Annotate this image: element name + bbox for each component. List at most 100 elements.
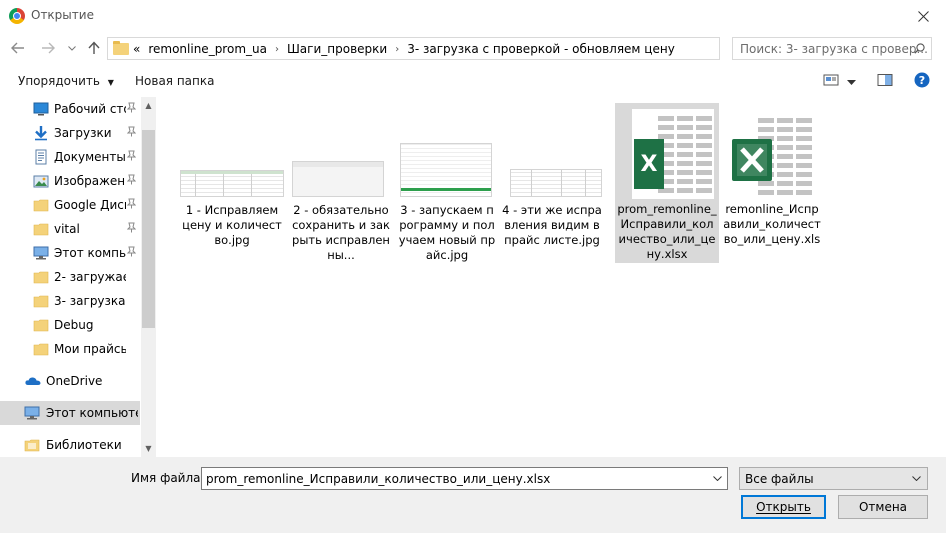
cancel-button[interactable]: Отмена [838, 495, 928, 519]
pin-icon [126, 102, 137, 116]
sidebar-item-label: Изображени [54, 174, 126, 188]
navigation-pane: Рабочий сто Загрузки Документы Изображени Go… [0, 97, 156, 457]
file-name: 2 - обязательно сохранить и закрыть испр… [292, 203, 390, 262]
organize-button[interactable]: Упорядочить ▼ [18, 74, 114, 88]
arrow-up-icon [88, 41, 100, 54]
close-button[interactable] [900, 0, 946, 32]
sidebar-item-label: Debug [54, 318, 94, 332]
sidebar-item-label: Мои прайсы [54, 342, 126, 356]
sidebar-item-label: OneDrive [46, 374, 103, 388]
file-item[interactable]: 1 - Исправляем цену и количество.jpg [180, 137, 284, 267]
view-options-button[interactable] [847, 75, 856, 89]
breadcrumb-overflow[interactable]: « [133, 42, 140, 56]
search-input[interactable]: Поиск: 3- загрузка с провер... [740, 42, 928, 56]
help-button[interactable]: ? [914, 72, 930, 91]
file-item[interactable]: 4 - эти же исправления видим в прайс лис… [500, 137, 604, 267]
filename-dropdown-button[interactable] [710, 471, 724, 486]
sidebar-item-label: Загрузки [54, 126, 112, 140]
chevron-down-icon [911, 476, 921, 481]
back-button[interactable] [8, 38, 28, 58]
breadcrumb-separator-icon[interactable]: › [275, 44, 279, 55]
chevron-down-icon: ▼ [107, 78, 114, 87]
organize-label: Упорядочить [18, 74, 100, 88]
preview-pane-button[interactable] [877, 73, 893, 90]
scroll-down-button[interactable]: ▼ [141, 440, 156, 457]
forward-button[interactable] [38, 38, 58, 58]
filename-label: Имя файла: [131, 471, 205, 485]
sidebar-item-label: Google Диск [54, 198, 126, 212]
desktop-icon [33, 101, 49, 117]
new-folder-button[interactable]: Новая папка [135, 74, 214, 88]
sidebar-item[interactable]: Этот компьютер [0, 401, 140, 425]
breadcrumb: « remonline_prom_ua › Шаги_проверки › 3-… [133, 42, 675, 56]
recent-locations-button[interactable] [66, 38, 78, 58]
pin-icon [126, 222, 137, 236]
filename-input[interactable]: prom_remonline_Исправили_количество_или_… [206, 472, 550, 486]
breadcrumb-item[interactable]: remonline_prom_ua [148, 42, 267, 56]
sidebar-item-label: Рабочий сто [54, 102, 126, 116]
libraries-icon [24, 437, 40, 453]
change-view-button[interactable] [823, 73, 839, 90]
sidebar-item-label: 3- загрузка с пр [54, 294, 126, 308]
breadcrumb-item[interactable]: Шаги_проверки [287, 42, 387, 56]
preview-pane-icon [877, 74, 893, 86]
help-icon: ? [914, 72, 930, 88]
file-item-selected[interactable]: X prom_remonline_Исправили_количество_ил… [615, 103, 719, 263]
file-name: 1 - Исправляем цену и количество.jpg [182, 203, 282, 247]
sidebar-item[interactable]: Debug [0, 313, 140, 337]
folder-icon [33, 317, 49, 333]
search-icon [914, 43, 925, 54]
sidebar-item[interactable]: OneDrive [0, 369, 140, 393]
file-name: remonline_Исправили_количество_или_цену.… [723, 202, 821, 246]
filename-combobox[interactable]: prom_remonline_Исправили_количество_или_… [201, 467, 728, 490]
file-name: 3 - запускаем программу и получаем новый… [398, 203, 496, 262]
image-thumbnail [510, 169, 602, 197]
sidebar-item[interactable]: Изображени [0, 169, 140, 193]
sidebar-item-label: Библиотеки [46, 438, 122, 452]
sidebar-item-label: Документы [54, 150, 126, 164]
sidebar-item[interactable]: Рабочий сто [0, 97, 140, 121]
file-name: prom_remonline_Исправили_количество_или_… [617, 202, 717, 261]
open-button[interactable]: Открыть [741, 495, 826, 519]
folder-icon [33, 293, 49, 309]
view-large-icons-icon [823, 74, 839, 86]
sidebar-item[interactable]: vital [0, 217, 140, 241]
sidebar-item[interactable]: Мои прайсы [0, 337, 140, 361]
excel-x-icon: X [634, 139, 664, 189]
filetype-select[interactable]: Все файлы [739, 467, 928, 490]
sidebar-item[interactable]: Этот компью [0, 241, 140, 265]
computer-icon [24, 405, 40, 421]
content-area: Рабочий сто Загрузки Документы Изображени Go… [0, 97, 946, 457]
file-item[interactable]: 3 - запускаем программу и получаем новый… [395, 137, 499, 267]
folder-icon [33, 197, 49, 213]
scroll-up-button[interactable]: ▲ [141, 97, 156, 114]
up-button[interactable] [85, 38, 103, 58]
pictures-icon [33, 173, 49, 189]
scrollbar-thumb[interactable] [142, 130, 155, 328]
download-icon [33, 125, 49, 141]
sidebar-item[interactable]: 2- загружаем пр [0, 265, 140, 289]
folder-icon [33, 221, 49, 237]
search-box[interactable]: Поиск: 3- загрузка с провер... [732, 37, 932, 60]
filetype-dropdown-button[interactable] [909, 471, 923, 486]
file-name: 4 - эти же исправления видим в прайс лис… [502, 203, 602, 247]
file-item[interactable]: remonline_Исправили_количество_или_цену.… [720, 103, 824, 253]
chrome-icon [9, 8, 25, 24]
sidebar-item[interactable]: Загрузки [0, 121, 140, 145]
sidebar-item[interactable]: 3- загрузка с пр [0, 289, 140, 313]
breadcrumb-separator-icon[interactable]: › [395, 44, 399, 55]
sidebar-item[interactable]: Документы [0, 145, 140, 169]
sidebar-scrollbar[interactable]: ▲ ▼ [141, 97, 156, 457]
pin-icon [126, 126, 137, 140]
folder-icon [33, 341, 49, 357]
open-button-label: Открыть [756, 500, 811, 514]
title-bar: Открытие [0, 0, 946, 32]
file-item[interactable]: 2 - обязательно сохранить и закрыть испр… [289, 137, 393, 267]
sidebar-item[interactable]: Google Диск [0, 193, 140, 217]
sidebar-item[interactable]: Библиотеки [0, 433, 140, 457]
chevron-down-icon [68, 45, 76, 51]
address-bar[interactable]: « remonline_prom_ua › Шаги_проверки › 3-… [107, 37, 820, 60]
breadcrumb-item[interactable]: 3- загрузка с проверкой - обновляем цену [407, 42, 675, 56]
folder-icon [33, 269, 49, 285]
arrow-left-icon [11, 42, 24, 54]
